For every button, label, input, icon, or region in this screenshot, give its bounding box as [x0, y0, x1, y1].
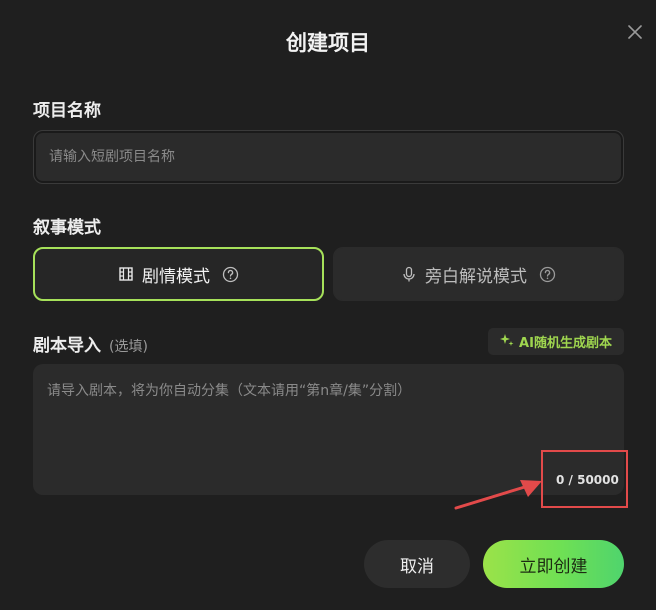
close-icon[interactable] — [625, 22, 645, 42]
cancel-button[interactable]: 取消 — [364, 540, 470, 588]
mode-option-narration[interactable]: 旁白解说模式 — [333, 247, 624, 301]
annotation-arrow — [454, 480, 542, 510]
help-icon[interactable] — [539, 266, 556, 283]
mode-option-drama[interactable]: 剧情模式 — [33, 247, 324, 301]
create-project-dialog: 创建项目 项目名称 叙事模式 剧情模式 — [0, 0, 656, 610]
mode-option-label: 旁白解说模式 — [425, 266, 527, 287]
film-icon — [118, 266, 134, 282]
help-icon[interactable] — [222, 266, 239, 283]
project-name-input[interactable] — [33, 130, 624, 184]
ai-generate-label: AI随机生成剧本 — [519, 336, 612, 351]
annotation-highlight-box — [541, 450, 628, 508]
microphone-icon — [401, 266, 417, 282]
create-button[interactable]: 立即创建 — [483, 540, 624, 588]
mode-option-label: 剧情模式 — [142, 266, 210, 287]
script-import-title: 剧本导入 — [33, 336, 101, 356]
sparkle-icon — [500, 333, 514, 351]
optional-hint: (选填) — [109, 339, 148, 355]
ai-generate-script-button[interactable]: AI随机生成剧本 — [488, 328, 624, 355]
narrative-mode-label: 叙事模式 — [33, 218, 101, 238]
project-name-label: 项目名称 — [33, 101, 101, 121]
dialog-title: 创建项目 — [286, 31, 370, 55]
script-import-label: 剧本导入 (选填) — [33, 331, 148, 356]
